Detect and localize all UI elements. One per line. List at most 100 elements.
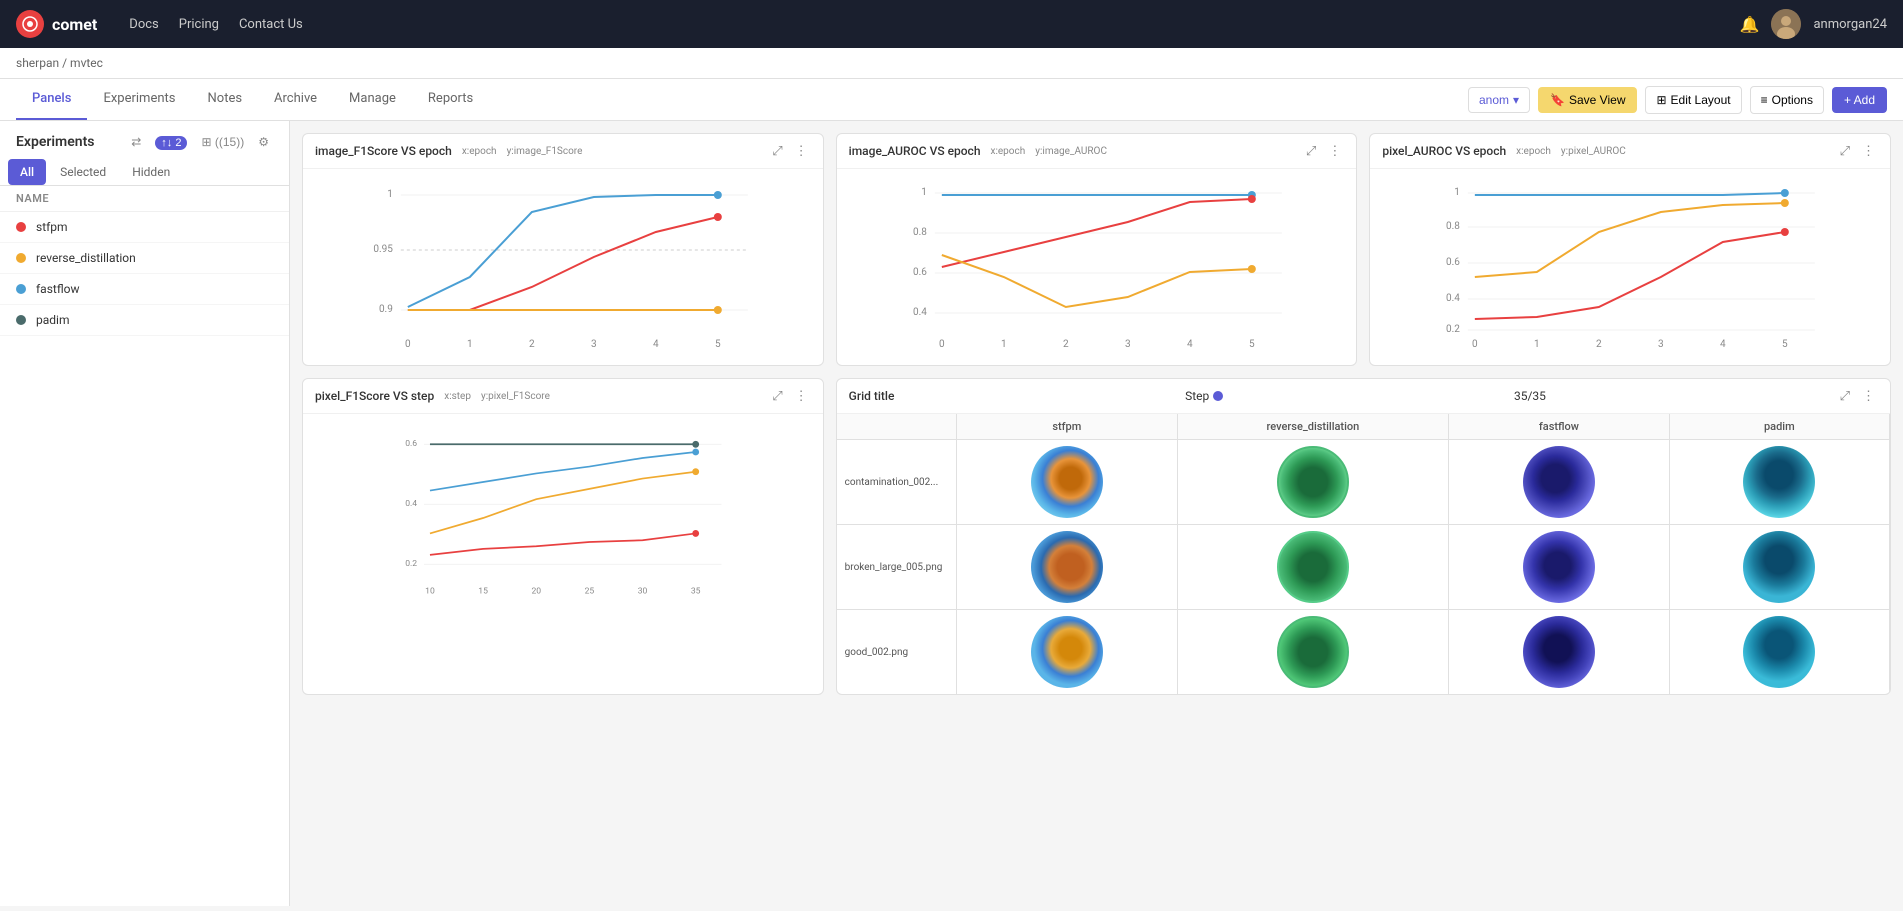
- username-label: anmorgan24: [1813, 17, 1887, 32]
- options-button[interactable]: ≡ Options: [1750, 86, 1824, 114]
- save-view-button[interactable]: 🔖 Save View: [1538, 87, 1637, 113]
- chart4-header: pixel_F1Score VS step x:step y:pixel_F1S…: [303, 379, 823, 414]
- sidebar-tab-all[interactable]: All: [8, 159, 46, 185]
- logo-icon: [16, 10, 44, 38]
- charts-area: image_F1Score VS epoch x:epoch y:image_F…: [290, 121, 1903, 906]
- grid-cell-revdist-cont[interactable]: [1177, 440, 1449, 525]
- tab-notes[interactable]: Notes: [192, 79, 259, 120]
- sidebar-header-icons: ⇄ ↑↓ 2 ⊞ ((15)) ⚙: [127, 133, 273, 151]
- sidebar-title: Experiments: [16, 134, 94, 150]
- svg-text:0: 0: [1472, 339, 1478, 350]
- chart2-svg: 1 0.8 0.6 0.4 0 1 2 3 4 5: [845, 177, 1349, 357]
- nav-contact[interactable]: Contact Us: [239, 17, 303, 32]
- grid-col-fastflow: fastflow: [1449, 414, 1669, 440]
- grid-cell-fastflow-cont[interactable]: [1449, 440, 1669, 525]
- main-content: Experiments ⇄ ↑↓ 2 ⊞ ((15)) ⚙ All Select…: [0, 121, 1903, 906]
- grid-cell-padim-broken[interactable]: [1669, 525, 1889, 610]
- chart3-expand-button[interactable]: ⤢: [1837, 142, 1853, 160]
- settings-icon-button[interactable]: ⚙: [254, 133, 273, 151]
- edit-layout-button[interactable]: ⊞ Edit Layout: [1645, 86, 1741, 114]
- tab-experiments[interactable]: Experiments: [87, 79, 191, 120]
- breadcrumb-workspace[interactable]: sherpan: [16, 56, 59, 70]
- grid-cell-revdist-good[interactable]: [1177, 610, 1449, 695]
- toolbar-actions: anom ▾ 🔖 Save View ⊞ Edit Layout ≡ Optio…: [1468, 86, 1887, 114]
- grid-cell-padim-cont[interactable]: [1669, 440, 1889, 525]
- chart2-body: 1 0.8 0.6 0.4 0 1 2 3 4 5: [837, 169, 1357, 365]
- experiment-item-fastflow[interactable]: fastflow: [0, 274, 289, 305]
- nav-pricing[interactable]: Pricing: [179, 17, 219, 32]
- grid-col-padim: padim: [1669, 414, 1889, 440]
- grid-cell-padim-good[interactable]: [1669, 610, 1889, 695]
- grid-cell-stfpm-cont[interactable]: [957, 440, 1177, 525]
- exp-color-dot-fastflow: [16, 284, 26, 294]
- chart4-x-label: x:step: [444, 391, 471, 402]
- notification-icon[interactable]: 🔔: [1740, 15, 1760, 34]
- filter-button[interactable]: ⇄: [127, 133, 145, 151]
- chart1-menu-button[interactable]: ⋮: [792, 142, 811, 160]
- grid-image-padim-broken: [1743, 531, 1815, 603]
- bookmark-icon: 🔖: [1550, 93, 1565, 107]
- chart3-y-label: y:pixel_AUROC: [1561, 146, 1626, 157]
- grid-image-stfpm-cont: [1031, 446, 1103, 518]
- chart2-expand-button[interactable]: ⤢: [1303, 142, 1319, 160]
- chart2-menu-button[interactable]: ⋮: [1325, 142, 1344, 160]
- grid-view-button[interactable]: ⊞ ((15)): [197, 133, 248, 151]
- svg-text:3: 3: [1125, 339, 1131, 350]
- grid-cell-revdist-broken[interactable]: [1177, 525, 1449, 610]
- svg-text:3: 3: [1658, 339, 1664, 350]
- grid-count-badge: ((15)): [215, 135, 244, 149]
- avatar: [1771, 9, 1801, 39]
- experiment-item-padim[interactable]: padim: [0, 305, 289, 336]
- step-dot-icon: [1213, 391, 1223, 401]
- tab-archive[interactable]: Archive: [258, 79, 333, 120]
- experiment-item-stfpm[interactable]: stfpm: [0, 212, 289, 243]
- grid-cell-stfpm-broken[interactable]: [957, 525, 1177, 610]
- svg-text:5: 5: [1249, 339, 1255, 350]
- chart4-y-label: y:pixel_F1Score: [481, 391, 550, 402]
- chart3-menu-button[interactable]: ⋮: [1859, 142, 1878, 160]
- experiment-item-revdist[interactable]: reverse_distillation: [0, 243, 289, 274]
- svg-text:4: 4: [1187, 339, 1193, 350]
- grid-image-revdist-broken: [1277, 531, 1349, 603]
- add-button[interactable]: + Add: [1832, 87, 1887, 113]
- tab-panels[interactable]: Panels: [16, 79, 87, 120]
- logo-link[interactable]: comet: [16, 10, 97, 38]
- chart-image-f1score: image_F1Score VS epoch x:epoch y:image_F…: [302, 133, 824, 366]
- chart4-expand-button[interactable]: ⤢: [769, 387, 785, 405]
- chart4-menu-button[interactable]: ⋮: [792, 387, 811, 405]
- sidebar-col-header: NAME: [0, 186, 289, 212]
- grid-icon: ⊞: [201, 135, 211, 149]
- exp-name-stfpm: stfpm: [36, 220, 68, 234]
- filter-count-badge: ↑↓ 2: [155, 136, 187, 150]
- grid-expand-button[interactable]: ⤢: [1837, 387, 1853, 405]
- svg-text:0.9: 0.9: [379, 304, 393, 315]
- breadcrumb-project: mvtec: [70, 56, 103, 70]
- grid-menu-button[interactable]: ⋮: [1859, 387, 1878, 405]
- chart4-body: 0.6 0.4 0.2 10 15 20 25 30 35: [303, 414, 823, 610]
- grid-header-right: ⤢ ⋮: [1837, 387, 1878, 405]
- svg-text:35: 35: [691, 586, 701, 596]
- grid-cell-stfpm-good[interactable]: [957, 610, 1177, 695]
- exp-name-revdist: reverse_distillation: [36, 251, 136, 265]
- tab-manage[interactable]: Manage: [333, 79, 412, 120]
- breadcrumb: sherpan / mvtec: [0, 48, 1903, 79]
- sidebar-tab-hidden[interactable]: Hidden: [120, 159, 182, 185]
- svg-text:0: 0: [405, 339, 411, 350]
- filter-badge-button[interactable]: ↑↓ 2: [151, 133, 191, 151]
- svg-text:0.4: 0.4: [913, 307, 927, 318]
- svg-text:20: 20: [531, 586, 541, 596]
- grid-cell-fastflow-good[interactable]: [1449, 610, 1669, 695]
- top-navigation: comet Docs Pricing Contact Us 🔔 anmorgan…: [0, 0, 1903, 48]
- nav-docs[interactable]: Docs: [129, 17, 158, 32]
- svg-text:1: 1: [1001, 339, 1007, 350]
- chart3-x-label: x:epoch: [1516, 146, 1551, 157]
- grid-cell-fastflow-broken[interactable]: [1449, 525, 1669, 610]
- tab-reports[interactable]: Reports: [412, 79, 489, 120]
- chart1-expand-button[interactable]: ⤢: [769, 142, 785, 160]
- topnav-right: 🔔 anmorgan24: [1740, 9, 1887, 39]
- chart3-header: pixel_AUROC VS epoch x:epoch y:pixel_AUR…: [1370, 134, 1890, 169]
- sidebar-tab-selected[interactable]: Selected: [48, 159, 118, 185]
- grid-image-fastflow-good: [1523, 616, 1595, 688]
- svg-text:2: 2: [1596, 339, 1602, 350]
- user-dropdown[interactable]: anom ▾: [1468, 87, 1530, 113]
